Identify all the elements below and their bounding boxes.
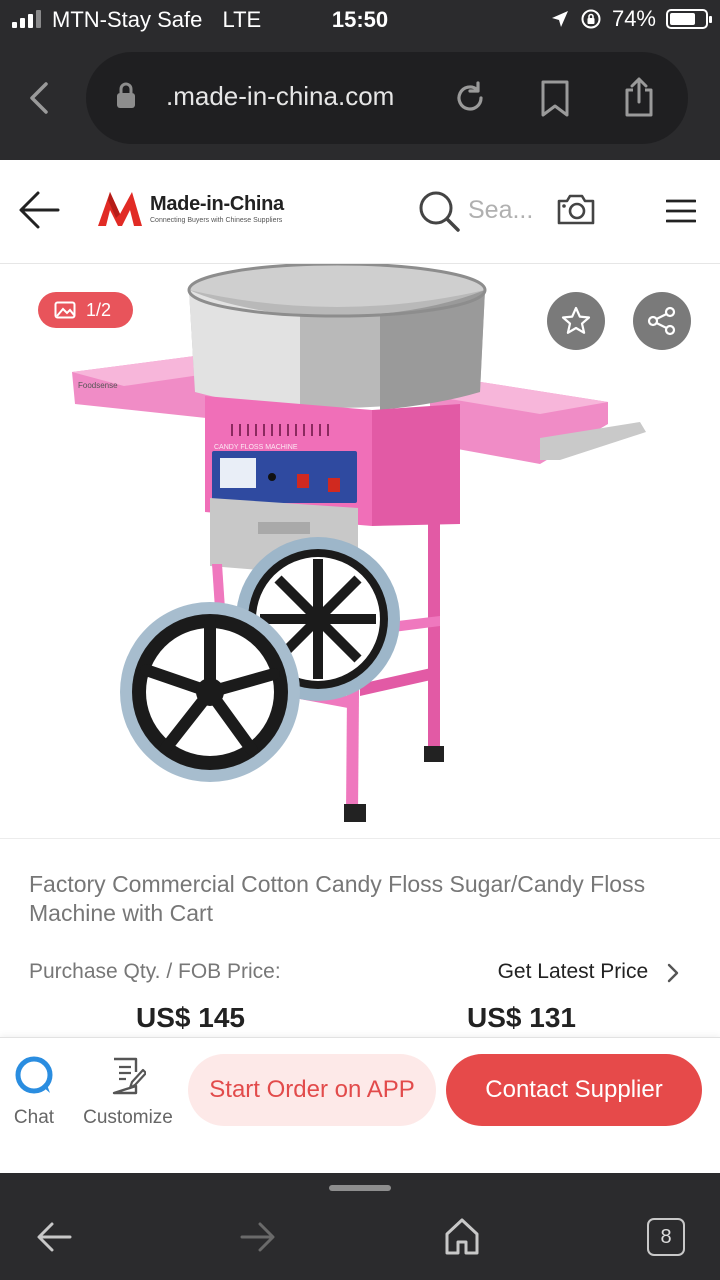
tab-count[interactable]: 8 [660, 1226, 671, 1249]
home-icon[interactable] [444, 1217, 480, 1255]
lock-icon [117, 82, 135, 108]
back-nav-icon[interactable] [36, 1221, 72, 1253]
back-arrow-icon[interactable] [18, 190, 60, 230]
battery-icon [666, 9, 712, 29]
logo-tagline: Connecting Buyers with Chinese Suppliers [150, 216, 283, 224]
star-icon [561, 306, 591, 334]
machine-label: CANDY FLOSS MACHINE [214, 444, 298, 451]
search-input[interactable]: Sea... [468, 196, 533, 225]
price-tier-2: US$ 131 [467, 1002, 576, 1033]
product-image[interactable]: Foodsense CANDY FLOSS MACHINE [0, 264, 720, 839]
product-action-bar: Chat Customize Start Order on APP Contac… [0, 1037, 720, 1173]
chat-button[interactable]: Chat [8, 1056, 60, 1129]
browser-back-icon[interactable] [24, 78, 54, 118]
chat-icon [15, 1056, 53, 1094]
hamburger-menu-icon[interactable] [666, 198, 696, 224]
camera-search-icon[interactable] [556, 192, 596, 226]
price-tier-1: US$ 145 [136, 1002, 245, 1033]
share-icon[interactable] [622, 76, 656, 118]
share-product-button[interactable] [633, 292, 691, 350]
customize-label[interactable]: Customize [80, 1107, 176, 1129]
tabs-button[interactable]: 8 [647, 1218, 685, 1256]
favorite-button[interactable] [547, 292, 605, 350]
get-latest-price-text[interactable]: Get Latest Price [498, 960, 649, 983]
chevron-right-icon[interactable] [666, 962, 680, 984]
photo-counter-text: 1/2 [86, 299, 112, 320]
get-latest-price-link[interactable]: Get Latest Price [498, 960, 678, 984]
contact-supplier-button[interactable]: Contact Supplier [446, 1054, 702, 1126]
drag-handle[interactable] [329, 1185, 391, 1191]
purchase-qty-label: Purchase Qty. / FOB Price: [29, 960, 281, 983]
start-order-button[interactable]: Start Order on APP [188, 1054, 436, 1126]
search-icon[interactable] [418, 190, 460, 232]
location-icon [551, 11, 568, 27]
status-bar: MTN-Stay Safe LTE 15:50 74% [0, 0, 720, 40]
customize-icon [112, 1057, 148, 1095]
status-right: 74% [550, 6, 712, 32]
logo-name: Made-in-China [150, 192, 284, 215]
made-in-china-logo-mark [98, 192, 142, 226]
photo-counter-badge: 1/2 [38, 292, 133, 328]
product-title: Factory Commercial Cotton Candy Floss Su… [29, 871, 646, 926]
forward-nav-icon[interactable] [240, 1221, 276, 1253]
product-gallery[interactable]: Foodsense CANDY FLOSS MACHINE 1/2 [0, 264, 720, 839]
site-header: Made-in-China Connecting Buyers with Chi… [0, 160, 720, 264]
brand-label: Foodsense [78, 381, 118, 390]
address-bar[interactable]: .made-in-china.com [86, 52, 688, 144]
share-nodes-icon [647, 306, 676, 336]
browser-bottom-toolbar: 8 [0, 1173, 720, 1280]
customize-button[interactable]: Customize [80, 1056, 176, 1129]
browser-toolbar: .made-in-china.com [0, 40, 720, 160]
reload-icon[interactable] [452, 80, 488, 116]
url-text[interactable]: .made-in-china.com [166, 81, 394, 112]
chat-label[interactable]: Chat [8, 1107, 60, 1129]
site-logo[interactable]: Made-in-China Connecting Buyers with Chi… [96, 188, 284, 228]
image-icon [54, 301, 76, 319]
rotation-lock-icon [581, 9, 601, 29]
bookmark-icon[interactable] [540, 80, 570, 118]
battery-percent: 74% [611, 6, 656, 31]
